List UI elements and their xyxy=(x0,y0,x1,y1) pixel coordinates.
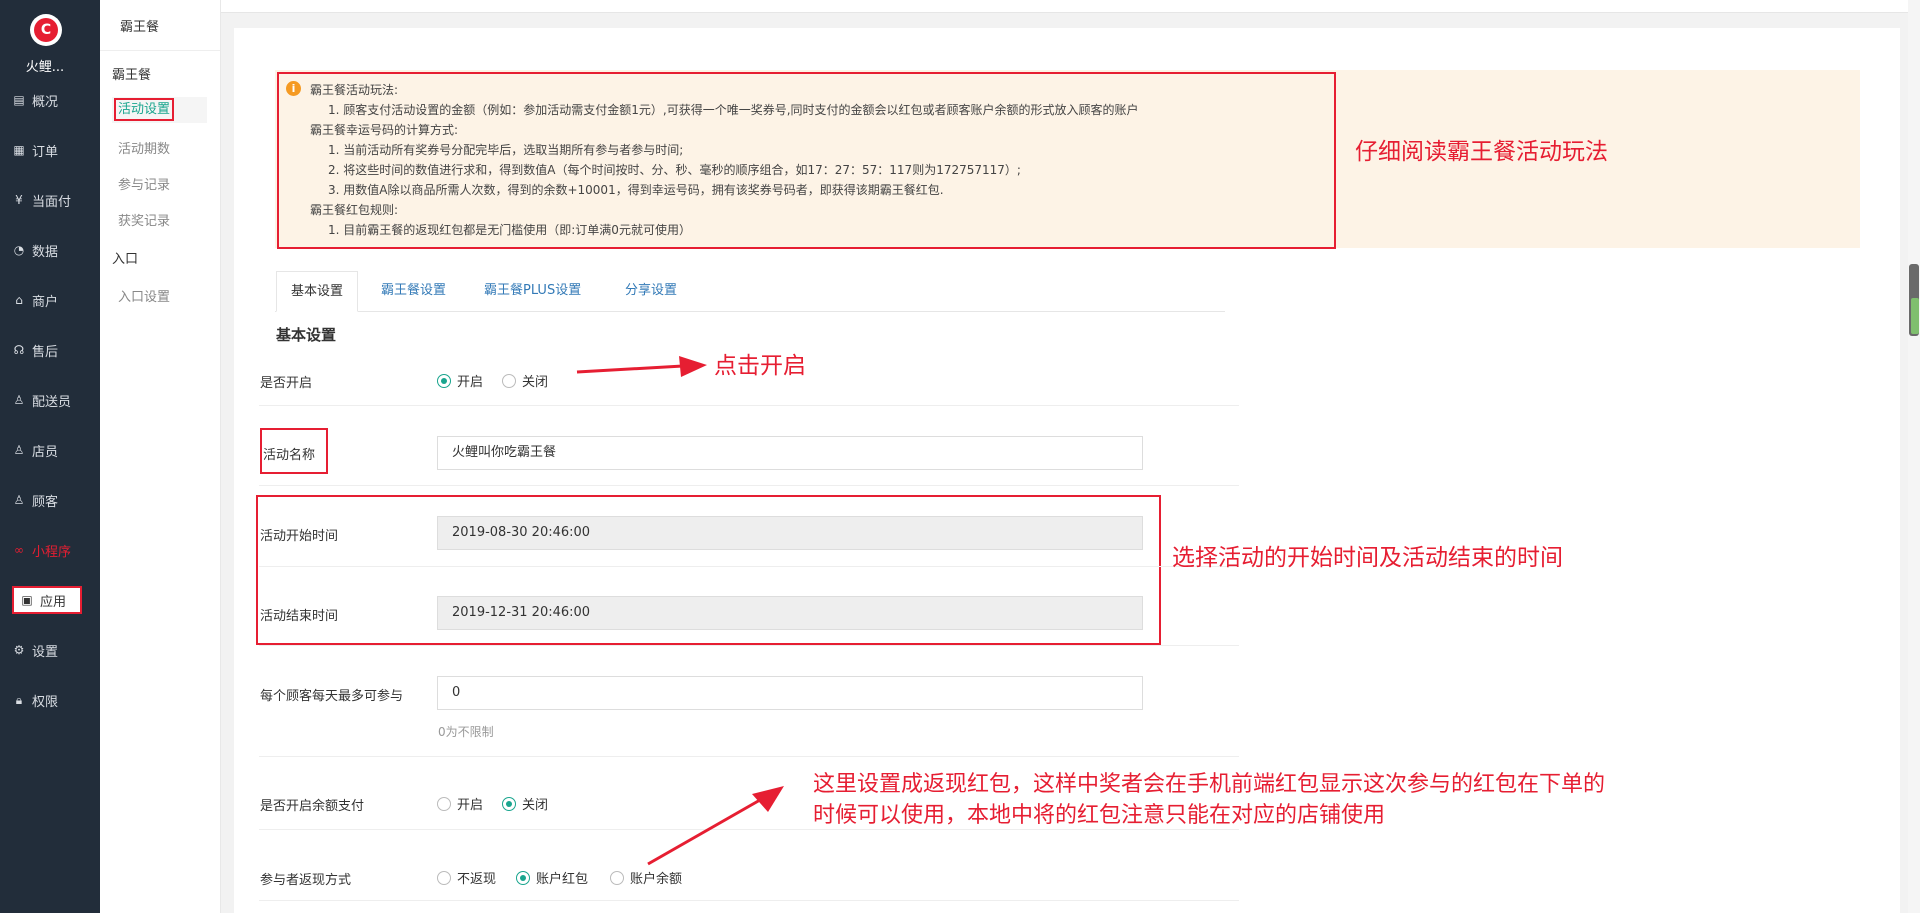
tabs-divider xyxy=(275,311,1225,312)
row-divider xyxy=(259,405,1239,406)
balance-pay-label: 是否开启余额支付 xyxy=(260,799,365,814)
shop-icon: ⌂ xyxy=(15,293,23,307)
section-title: 基本设置 xyxy=(276,326,337,344)
enabled-radio-on[interactable]: 开启 xyxy=(437,371,483,390)
balance-pay-radio-on[interactable]: 开启 xyxy=(437,794,483,813)
nav-item-facepay[interactable]: ¥ 当面付 xyxy=(12,186,88,214)
annotation-choose-time: 选择活动的开始时间及活动结束的时间 xyxy=(1172,545,1563,571)
info-heading-rules: 霸王餐活动玩法: xyxy=(310,83,399,97)
scrollbar-grip xyxy=(1911,298,1919,334)
radio-dot xyxy=(502,373,516,388)
miniprogram-icon: ∞ xyxy=(14,543,24,557)
tab-bawangcan-settings[interactable]: 霸王餐设置 xyxy=(367,271,460,311)
row-divider xyxy=(259,645,1239,646)
nav-item-data[interactable]: ◔ 数据 xyxy=(12,236,88,264)
activity-name-label: 活动名称 xyxy=(263,448,316,463)
cashback-radio-balance[interactable]: 账户余额 xyxy=(610,868,682,887)
info-heading-lucky: 霸王餐幸运号码的计算方式: xyxy=(310,123,459,137)
tab-share-settings[interactable]: 分享设置 xyxy=(611,271,691,311)
info-line: 1. 当前活动所有奖券号分配完毕后，选取当期所有参与者参与时间; xyxy=(328,143,684,157)
nav-item-orders[interactable]: ▦ 订单 xyxy=(12,136,88,164)
enabled-label: 是否开启 xyxy=(260,376,313,391)
daily-limit-label: 每个顾客每天最多可参与 xyxy=(260,689,404,704)
courier-icon: ♙ xyxy=(13,393,25,407)
info-line: 1. 顾客支付活动设置的金额（例如：参加活动需支付金额1元）,可获得一个唯一奖券… xyxy=(328,103,1139,117)
lock-icon: 🔒︎ xyxy=(15,692,23,707)
nav-item-permission[interactable]: 🔒︎ 权限 xyxy=(12,686,88,714)
row-divider xyxy=(259,485,1239,486)
annotation-click-open: 点击开启 xyxy=(714,353,806,379)
nav-item-settings[interactable]: ⚙ 设置 xyxy=(12,636,88,664)
info-line: 1. 目前霸王餐的返现红包都是无门槛使用（即:订单满0元就可使用） xyxy=(328,223,691,237)
customer-icon: ♙ xyxy=(13,493,25,507)
arrow-to-cashback xyxy=(647,786,784,866)
top-bar xyxy=(221,0,1920,13)
sub-nav-item-winners[interactable]: 获奖记录 xyxy=(118,210,170,229)
logo-icon: C xyxy=(30,14,62,46)
brand-name: 火鲤... xyxy=(25,60,65,75)
overview-icon: ▤ xyxy=(13,93,25,107)
start-time-input[interactable]: 2019-08-30 20:46:00 xyxy=(437,516,1143,550)
staff-icon: ♙ xyxy=(13,443,25,457)
order-icon: ▦ xyxy=(13,143,25,157)
row-divider xyxy=(259,900,1239,901)
annotation-redpacket-line2: 时候可以使用，本地中将的红包注意只能在对应的店铺使用 xyxy=(813,803,1386,828)
info-line: 2. 将这些时间的数值进行求和，得到数值A（每个时间按时、分、秒、毫秒的顺序组合… xyxy=(328,163,1021,177)
sub-nav-group-entry: 入口 xyxy=(112,252,139,267)
nav-item-apps[interactable]: ▣ 应用 xyxy=(12,586,82,614)
nav-item-aftersale[interactable]: ☊ 售后 xyxy=(12,336,88,364)
nav-item-courier[interactable]: ♙ 配送员 xyxy=(12,386,88,414)
row-divider xyxy=(259,756,1239,757)
sub-nav-item-activity-settings[interactable]: 活动设置 xyxy=(112,97,207,123)
nav-item-miniprogram[interactable]: ∞ 小程序 xyxy=(12,536,88,564)
end-time-input[interactable]: 2019-12-31 20:46:00 xyxy=(437,596,1143,630)
info-line: 3. 用数值A除以商品所需人次数，得到的余数+10001，得到幸运号码，拥有该奖… xyxy=(328,183,944,197)
nav-item-overview[interactable]: ▤ 概况 xyxy=(12,86,88,114)
activity-name-input[interactable]: 火鲤叫你吃霸王餐 xyxy=(437,436,1143,470)
gear-icon: ⚙ xyxy=(13,643,25,657)
headset-icon: ☊ xyxy=(13,343,25,357)
cashback-label: 参与者返现方式 xyxy=(260,873,352,888)
info-heading-redpacket: 霸王餐红包规则: xyxy=(310,203,399,217)
apps-icon: ▣ xyxy=(21,593,33,607)
annotation-read-rules: 仔细阅读霸王餐活动玩法 xyxy=(1355,139,1608,165)
chart-icon: ◔ xyxy=(13,243,25,257)
arrow-to-enable xyxy=(576,356,707,377)
radio-dot xyxy=(610,870,624,885)
sub-nav-item-participation[interactable]: 参与记录 xyxy=(118,174,170,193)
sub-nav-header xyxy=(100,0,220,51)
cashback-radio-redpacket[interactable]: 账户红包 xyxy=(516,868,588,887)
end-time-label: 活动结束时间 xyxy=(260,609,339,624)
nav-item-customer[interactable]: ♙ 顾客 xyxy=(12,486,88,514)
cashback-radio-none[interactable]: 不返现 xyxy=(437,868,496,887)
radio-dot xyxy=(502,796,516,811)
tab-basic-settings[interactable]: 基本设置 xyxy=(276,271,359,312)
nav-item-staff[interactable]: ♙ 店员 xyxy=(12,436,88,464)
radio-dot xyxy=(437,796,451,811)
balance-pay-radio-off[interactable]: 关闭 xyxy=(502,794,548,813)
start-time-label: 活动开始时间 xyxy=(260,529,339,544)
tab-plus-settings[interactable]: 霸王餐PLUS设置 xyxy=(470,271,595,311)
nav-item-merchant[interactable]: ⌂ 商户 xyxy=(12,286,88,314)
sub-nav-title: 霸王餐 xyxy=(120,20,160,35)
sub-nav-item-periods[interactable]: 活动期数 xyxy=(118,138,170,157)
radio-dot xyxy=(437,870,451,885)
daily-limit-hint: 0为不限制 xyxy=(438,725,494,739)
info-icon: i xyxy=(286,81,301,96)
sub-nav xyxy=(100,0,221,913)
yuan-icon: ¥ xyxy=(15,193,23,207)
scrollbar-track[interactable] xyxy=(1908,0,1920,913)
radio-dot xyxy=(516,870,530,885)
daily-limit-input[interactable]: 0 xyxy=(437,676,1143,710)
annotation-redpacket-line1: 这里设置成返现红包，这样中奖者会在手机前端红包显示这次参与的红包在下单的 xyxy=(813,772,1606,797)
enabled-radio-off[interactable]: 关闭 xyxy=(502,371,548,390)
radio-dot xyxy=(437,373,451,388)
row-divider xyxy=(259,566,1239,567)
sub-nav-item-entry-settings[interactable]: 入口设置 xyxy=(118,286,170,305)
sub-nav-group-bawangcan: 霸王餐 xyxy=(112,68,152,83)
